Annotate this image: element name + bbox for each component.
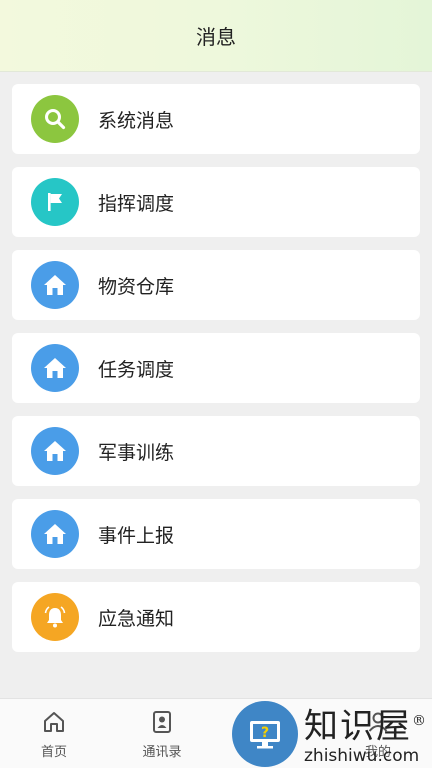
tab-label: 首页 (40, 745, 67, 760)
watermark-overlay: ? 知识屋® zhishiwu.com (232, 700, 432, 768)
home-icon (31, 261, 79, 309)
svg-text:?: ? (261, 725, 269, 741)
flag-icon (31, 178, 79, 226)
menu-item-task-dispatch[interactable]: 任务调度 (12, 333, 420, 403)
menu-item-military-training[interactable]: 军事训练 (12, 416, 420, 486)
bell-icon (31, 593, 79, 641)
home-icon (31, 344, 79, 392)
menu-item-label: 系统消息 (98, 109, 175, 132)
menu-item-label: 事件上报 (98, 524, 175, 547)
message-category-list: 系统消息 指挥调度 物资仓库 任务调度 军事训练 事件上报 应急通知 (12, 84, 420, 665)
search-icon (31, 95, 79, 143)
tab-home[interactable]: 首页 (0, 699, 108, 768)
tab-contacts[interactable]: 通讯录 (108, 699, 216, 768)
page-title: 消息 (196, 25, 236, 49)
watermark-brand-en: zhishiwu.com (304, 745, 420, 766)
menu-item-supply-warehouse[interactable]: 物资仓库 (12, 250, 420, 320)
menu-item-label: 指挥调度 (98, 192, 175, 215)
home-outline-icon (44, 712, 64, 732)
contact-icon (153, 711, 171, 733)
watermark-brand-cn: 知识屋® (304, 706, 428, 747)
menu-item-event-report[interactable]: 事件上报 (12, 499, 420, 569)
tab-label: 通讯录 (142, 745, 182, 760)
menu-item-label: 应急通知 (98, 607, 175, 630)
header-bar: 消息 (0, 0, 432, 72)
home-icon (31, 427, 79, 475)
menu-item-label: 物资仓库 (98, 275, 175, 298)
menu-item-system-messages[interactable]: 系统消息 (12, 84, 420, 154)
menu-item-emergency-notice[interactable]: 应急通知 (12, 582, 420, 652)
menu-item-label: 军事训练 (98, 441, 175, 464)
monitor-question-icon: ? (232, 701, 298, 767)
menu-item-command-dispatch[interactable]: 指挥调度 (12, 167, 420, 237)
menu-item-label: 任务调度 (98, 358, 175, 381)
home-icon (31, 510, 79, 558)
